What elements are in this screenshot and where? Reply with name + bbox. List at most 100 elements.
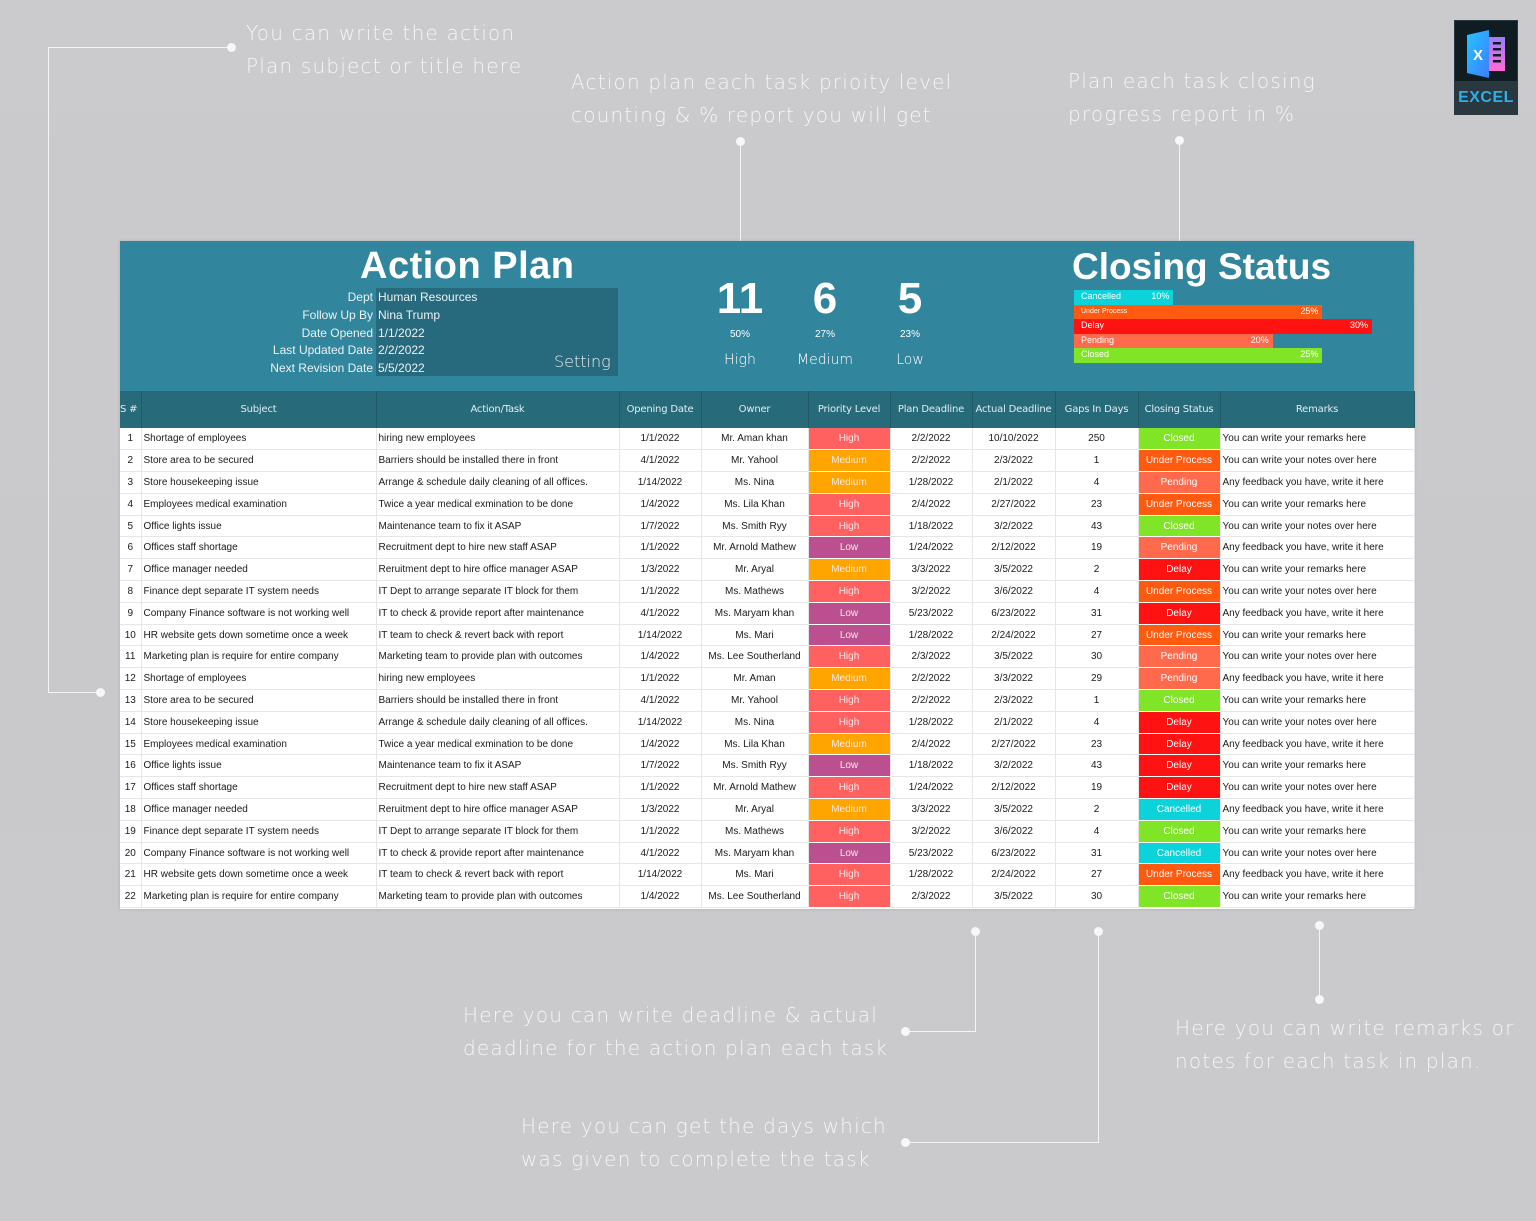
action-cell[interactable]: Arrange & schedule daily cleaning of all… <box>376 471 620 494</box>
serial-cell[interactable]: 11 <box>120 645 142 669</box>
owner-cell[interactable]: Ms. Lila Khan <box>701 733 809 756</box>
serial-cell[interactable]: 5 <box>120 515 142 538</box>
gap-days-cell[interactable]: 27 <box>1055 624 1139 647</box>
action-cell[interactable]: Barriers should be installed there in fr… <box>376 689 620 712</box>
action-cell[interactable]: hiring new employees <box>376 667 620 691</box>
actual-deadline-cell[interactable]: 6/23/2022 <box>972 602 1056 625</box>
gap-days-cell[interactable]: 30 <box>1055 645 1139 669</box>
gap-days-cell[interactable]: 43 <box>1055 754 1139 778</box>
owner-cell[interactable]: Ms. Lila Khan <box>701 493 809 516</box>
opening-date-cell[interactable]: 1/7/2022 <box>619 754 702 778</box>
gap-days-cell[interactable]: 19 <box>1055 776 1139 800</box>
priority-cell[interactable]: High <box>808 515 891 537</box>
actual-deadline-cell[interactable]: 2/24/2022 <box>972 863 1056 887</box>
closing-status-cell[interactable]: Delay <box>1138 558 1221 581</box>
column-header-closing-status[interactable]: Closing Status <box>1138 391 1221 428</box>
priority-cell[interactable]: High <box>808 645 891 668</box>
gap-days-cell[interactable]: 4 <box>1055 820 1139 843</box>
closing-status-cell[interactable]: Closed <box>1138 689 1221 712</box>
action-cell[interactable]: IT Dept to arrange separate IT block for… <box>376 820 620 843</box>
remarks-cell[interactable]: Any feedback you have, write it here <box>1220 602 1415 625</box>
subject-cell[interactable]: Office lights issue <box>141 754 377 778</box>
subject-cell[interactable]: Office manager needed <box>141 798 377 821</box>
subject-cell[interactable]: Employees medical examination <box>141 733 377 756</box>
actual-deadline-cell[interactable]: 2/24/2022 <box>972 624 1056 647</box>
plan-deadline-cell[interactable]: 1/18/2022 <box>890 515 973 538</box>
owner-cell[interactable]: Ms. Nina <box>701 471 809 494</box>
closing-status-cell[interactable]: Closed <box>1138 428 1221 450</box>
plan-deadline-cell[interactable]: 3/3/2022 <box>890 558 973 582</box>
priority-cell[interactable]: Low <box>808 624 891 646</box>
serial-cell[interactable]: 18 <box>120 798 142 821</box>
remarks-cell[interactable]: You can write your remarks here <box>1220 624 1415 647</box>
subject-cell[interactable]: Offices staff shortage <box>141 536 377 560</box>
column-header-remarks[interactable]: Remarks <box>1220 391 1415 428</box>
subject-cell[interactable]: Store area to be secured <box>141 689 377 712</box>
owner-cell[interactable]: Mr. Arnold Mathew <box>701 776 809 800</box>
action-cell[interactable]: Recruitment dept to hire new staff ASAP <box>376 776 620 800</box>
serial-cell[interactable]: 6 <box>120 536 142 560</box>
serial-cell[interactable]: 20 <box>120 842 142 865</box>
actual-deadline-cell[interactable]: 3/5/2022 <box>972 885 1056 909</box>
column-header-priority-level[interactable]: Priority Level <box>808 391 891 428</box>
subject-cell[interactable]: Marketing plan is require for entire com… <box>141 645 377 669</box>
gap-days-cell[interactable]: 23 <box>1055 733 1139 756</box>
subject-cell[interactable]: Marketing plan is require for entire com… <box>141 885 377 909</box>
gap-days-cell[interactable]: 19 <box>1055 536 1139 560</box>
opening-date-cell[interactable]: 1/14/2022 <box>619 711 702 734</box>
action-cell[interactable]: IT to check & provide report after maint… <box>376 602 620 625</box>
closing-status-cell[interactable]: Cancelled <box>1138 842 1221 864</box>
gap-days-cell[interactable]: 30 <box>1055 885 1139 909</box>
remarks-cell[interactable]: Any feedback you have, write it here <box>1220 667 1415 691</box>
plan-deadline-cell[interactable]: 5/23/2022 <box>890 602 973 625</box>
gap-days-cell[interactable]: 23 <box>1055 493 1139 516</box>
owner-cell[interactable]: Ms. Mari <box>701 624 809 647</box>
column-header-owner[interactable]: Owner <box>701 391 809 428</box>
remarks-cell[interactable]: Any feedback you have, write it here <box>1220 863 1415 887</box>
remarks-cell[interactable]: You can write your remarks here <box>1220 754 1415 778</box>
gap-days-cell[interactable]: 2 <box>1055 798 1139 821</box>
actual-deadline-cell[interactable]: 10/10/2022 <box>972 428 1056 451</box>
subject-cell[interactable]: Finance dept separate IT system needs <box>141 580 377 603</box>
owner-cell[interactable]: Ms. Mathews <box>701 820 809 843</box>
gap-days-cell[interactable]: 31 <box>1055 842 1139 865</box>
actual-deadline-cell[interactable]: 3/3/2022 <box>972 667 1056 691</box>
opening-date-cell[interactable]: 1/14/2022 <box>619 471 702 494</box>
remarks-cell[interactable]: Any feedback you have, write it here <box>1220 536 1415 560</box>
opening-date-cell[interactable]: 1/1/2022 <box>619 428 702 451</box>
subject-cell[interactable]: Store housekeeping issue <box>141 711 377 734</box>
action-cell[interactable]: Maintenance team to fix it ASAP <box>376 515 620 538</box>
opening-date-cell[interactable]: 4/1/2022 <box>619 449 702 473</box>
action-cell[interactable]: Marketing team to provide plan with outc… <box>376 885 620 909</box>
priority-cell[interactable]: Low <box>808 754 891 777</box>
action-cell[interactable]: IT Dept to arrange separate IT block for… <box>376 580 620 603</box>
serial-cell[interactable]: 8 <box>120 580 142 603</box>
action-cell[interactable]: Twice a year medical exmination to be do… <box>376 493 620 516</box>
closing-status-cell[interactable]: Closed <box>1138 820 1221 843</box>
subject-cell[interactable]: HR website gets down sometime once a wee… <box>141 624 377 647</box>
gap-days-cell[interactable]: 4 <box>1055 711 1139 734</box>
serial-cell[interactable]: 12 <box>120 667 142 691</box>
closing-status-cell[interactable]: Delay <box>1138 754 1221 777</box>
plan-deadline-cell[interactable]: 2/2/2022 <box>890 428 973 451</box>
serial-cell[interactable]: 13 <box>120 689 142 712</box>
priority-cell[interactable]: High <box>808 428 891 450</box>
owner-cell[interactable]: Mr. Arnold Mathew <box>701 536 809 560</box>
closing-status-cell[interactable]: Closed <box>1138 515 1221 537</box>
closing-status-cell[interactable]: Delay <box>1138 776 1221 799</box>
gap-days-cell[interactable]: 43 <box>1055 515 1139 538</box>
remarks-cell[interactable]: You can write your notes over here <box>1220 580 1415 603</box>
action-cell[interactable]: Maintenance team to fix it ASAP <box>376 754 620 778</box>
plan-deadline-cell[interactable]: 2/4/2022 <box>890 733 973 756</box>
subject-cell[interactable]: Store area to be secured <box>141 449 377 473</box>
action-cell[interactable]: Barriers should be installed there in fr… <box>376 449 620 473</box>
owner-cell[interactable]: Mr. Aryal <box>701 798 809 821</box>
remarks-cell[interactable]: Any feedback you have, write it here <box>1220 733 1415 756</box>
action-cell[interactable]: hiring new employees <box>376 428 620 451</box>
info-value[interactable]: Nina Trump <box>378 308 440 322</box>
subject-cell[interactable]: Finance dept separate IT system needs <box>141 820 377 843</box>
serial-cell[interactable]: 10 <box>120 624 142 647</box>
opening-date-cell[interactable]: 1/7/2022 <box>619 515 702 538</box>
action-cell[interactable]: Twice a year medical exmination to be do… <box>376 733 620 756</box>
actual-deadline-cell[interactable]: 2/12/2022 <box>972 776 1056 800</box>
